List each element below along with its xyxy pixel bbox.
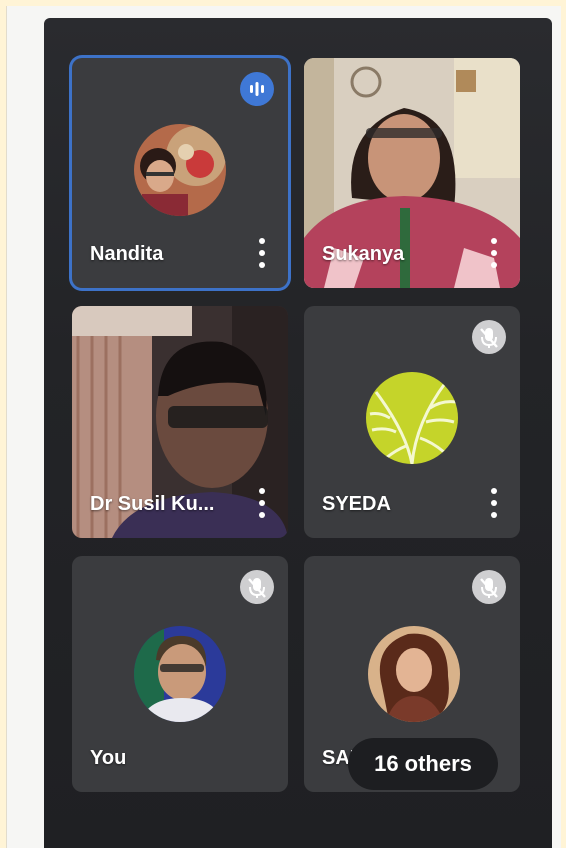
participant-tile-sukanya[interactable]: Sukanya bbox=[304, 58, 520, 288]
others-count-chip[interactable]: 16 others bbox=[348, 738, 498, 790]
avatar bbox=[368, 626, 460, 722]
participant-tile-dr-susil[interactable]: Dr Susil Ku... bbox=[72, 306, 288, 538]
more-options-icon[interactable] bbox=[490, 238, 498, 268]
speaking-indicator-icon bbox=[240, 72, 274, 106]
participant-name: Nandita bbox=[90, 243, 164, 265]
avatar bbox=[134, 626, 226, 722]
participant-tile-you[interactable]: You bbox=[72, 556, 288, 792]
mic-off-icon bbox=[240, 570, 274, 604]
avatar bbox=[366, 372, 458, 464]
more-options-icon[interactable] bbox=[490, 488, 498, 518]
more-options-icon[interactable] bbox=[258, 238, 266, 268]
mic-off-icon bbox=[472, 570, 506, 604]
participant-name: Sukanya bbox=[322, 243, 405, 265]
participant-name: Dr Susil Ku... bbox=[90, 493, 215, 515]
mic-off-icon bbox=[472, 320, 506, 354]
participant-name: SYEDA bbox=[322, 493, 391, 515]
participant-tile-nandita[interactable]: Nandita bbox=[72, 58, 288, 288]
participant-tile-syeda[interactable]: SYEDA bbox=[304, 306, 520, 538]
participant-name: You bbox=[90, 747, 127, 769]
more-options-icon[interactable] bbox=[258, 488, 266, 518]
avatar bbox=[134, 124, 226, 216]
